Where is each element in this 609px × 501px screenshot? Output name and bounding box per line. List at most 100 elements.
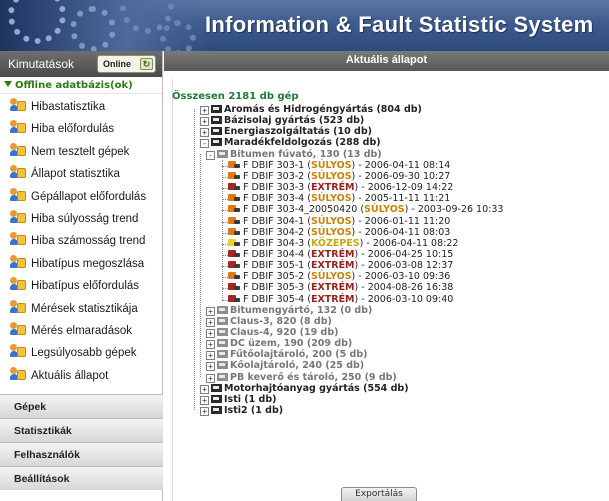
tree-connector — [222, 254, 228, 256]
machine-status-icon — [228, 160, 240, 169]
sidebar-item-12[interactable]: Aktuális állapot — [0, 363, 162, 385]
expand-icon[interactable]: + — [206, 329, 215, 338]
machine-tree: + Aromás és Hidrogéngyártás (804 db) + Bázi… — [194, 104, 600, 464]
machine-name: F DBIF 303-4_20050420 — [243, 204, 358, 216]
sidebar-item-1[interactable]: Hiba előfordulás — [0, 116, 162, 138]
online-label: Online — [103, 59, 132, 69]
section-beallitasok[interactable]: Beállítások — [0, 466, 163, 490]
main-content: Aktuális állapot Összesen 2181 db gép + A… — [164, 51, 609, 501]
tree-group-label: DC üzem, 190 (209 db) — [230, 338, 353, 350]
measurement-date: 2006-04-11 08:03 — [364, 226, 451, 238]
machine-name: F DBIF 304-4 — [243, 248, 305, 260]
folder-icon — [211, 116, 222, 125]
tree-group-label: Motorhajtóanyag gyártás (554 db) — [224, 382, 409, 394]
tree-connector — [222, 159, 223, 300]
sidebar-item-label: Hiba előfordulás — [31, 123, 115, 136]
sidebar-item-4[interactable]: Gépállapot előfordulás — [0, 184, 162, 206]
machine-name: F DBIF 305-4 — [243, 293, 305, 305]
measurement-date: 2006-04-11 08:14 — [364, 159, 451, 171]
section-felhasznalok[interactable]: Felhasználók — [0, 442, 163, 466]
sidebar-item-9[interactable]: Mérések statisztikája — [0, 296, 162, 318]
section-gepek[interactable]: Gépek — [0, 394, 163, 418]
machine-status-icon — [228, 249, 240, 258]
measurement-date: 2006-04-25 10:15 — [367, 248, 454, 260]
tree-group-label: Bitumengyártó, 132 (0 db) — [230, 304, 373, 316]
page-title: Aktuális állapot — [164, 51, 609, 71]
sidebar-item-label: Mérés elmaradások — [31, 324, 132, 337]
measurement-date: 2005-11-11 11:21 — [364, 193, 451, 205]
tree-group-label: Isti2 (1 db) — [224, 405, 284, 417]
offline-databases-toggle[interactable]: Offline adatbázis(ok) — [0, 77, 162, 94]
sidebar-item-label: Mérések statisztikája — [31, 302, 138, 315]
folder-icon — [217, 328, 228, 336]
severity-label: SÚLYOS — [310, 226, 352, 238]
collapse-icon[interactable]: - — [206, 150, 215, 160]
export-button[interactable]: Exportálás — [341, 487, 417, 501]
report-users-icon — [10, 232, 27, 246]
machine-status-icon — [228, 204, 240, 213]
sidebar-item-10[interactable]: Mérés elmaradások — [0, 318, 162, 340]
sidebar-header: Kimutatások Online ↻ — [0, 51, 162, 77]
folder-icon — [217, 339, 228, 348]
measurement-date: 2003-09-26 10:33 — [417, 204, 504, 216]
measurement-date: 2006-04-11 08:22 — [372, 237, 459, 249]
tree-group-label: Fűtőolajtároló, 200 (5 db) — [230, 349, 368, 361]
expand-icon[interactable]: + — [206, 373, 215, 383]
tree-group-row[interactable]: + Isti2 (1 db) — [200, 405, 283, 417]
expand-icon[interactable]: + — [200, 117, 209, 127]
sidebar-item-3[interactable]: Állapot statisztika — [0, 161, 162, 183]
sidebar: Kimutatások Online ↻ Offline adatbázis(o… — [0, 51, 163, 501]
machine-status-icon — [228, 282, 240, 291]
folder-icon — [211, 406, 222, 415]
expand-icon[interactable]: + — [200, 384, 209, 394]
sidebar-item-2[interactable]: Nem tesztelt gépek — [0, 139, 162, 161]
sidebar-item-7[interactable]: Hibatípus megoszlása — [0, 251, 162, 273]
tree-group-label: Claus-4, 920 (19 db) — [230, 327, 339, 338]
expand-icon[interactable]: + — [200, 395, 209, 405]
expand-icon[interactable]: + — [206, 306, 215, 316]
sidebar-item-8[interactable]: Hibatípus előfordulás — [0, 273, 162, 295]
expand-icon[interactable]: + — [200, 407, 209, 417]
tree-group-label: PB keverő és tároló, 250 (9 db) — [230, 371, 397, 383]
online-toggle-button[interactable]: Online ↻ — [97, 55, 156, 73]
report-users-icon — [10, 344, 27, 358]
expand-icon[interactable]: + — [206, 351, 215, 361]
sidebar-item-label: Aktuális állapot — [31, 369, 109, 382]
report-menu: Hibastatisztika Hiba előfordulás Nem teszt… — [0, 94, 162, 385]
report-users-icon — [10, 366, 27, 381]
section-statisztikak[interactable]: Statisztikák — [0, 418, 163, 442]
expand-icon[interactable]: + — [200, 128, 209, 138]
expand-icon[interactable]: + — [206, 317, 215, 327]
folder-icon — [211, 394, 222, 403]
tree-connector — [222, 165, 228, 167]
tree-group-label: Bázisolaj gyártás (523 db) — [224, 115, 365, 127]
folder-icon — [217, 149, 228, 158]
sidebar-item-11[interactable]: Legsúlyosabb gépek — [0, 340, 162, 362]
sidebar-item-0[interactable]: Hibastatisztika — [0, 94, 162, 116]
machine-status-icon — [228, 227, 240, 236]
expand-icon[interactable]: + — [206, 340, 215, 350]
tree-connector — [222, 176, 228, 178]
severity-label: EXTRÉM — [310, 293, 355, 305]
machine-name: F DBIF 303-3 — [243, 182, 305, 194]
tree-connector — [200, 153, 201, 377]
tree-connector — [222, 232, 228, 234]
collapse-icon[interactable]: - — [200, 139, 209, 149]
sidebar-item-6[interactable]: Hiba számosság trend — [0, 228, 162, 250]
expand-triangle-icon — [4, 81, 12, 87]
expand-icon[interactable]: + — [200, 106, 209, 115]
app-title: Information & Fault Statistic System — [205, 12, 594, 37]
folder-icon — [211, 383, 222, 392]
machine-name: F DBIF 304-2 — [243, 226, 305, 238]
tree-connector — [194, 109, 195, 411]
report-users-icon — [10, 321, 27, 336]
sidebar-item-5[interactable]: Hiba súlyosság trend — [0, 206, 162, 228]
sidebar-item-label: Legsúlyosabb gépek — [31, 347, 137, 360]
machine-name: F DBIF 305-1 — [243, 260, 305, 272]
tree-connector — [222, 299, 228, 301]
severity-label: SÚLYOS — [310, 170, 352, 182]
sidebar-item-label: Hiba számosság trend — [31, 235, 146, 248]
expand-icon[interactable]: + — [206, 362, 215, 372]
sidebar-item-label: Hibastatisztika — [31, 101, 106, 113]
folder-icon — [217, 350, 228, 359]
